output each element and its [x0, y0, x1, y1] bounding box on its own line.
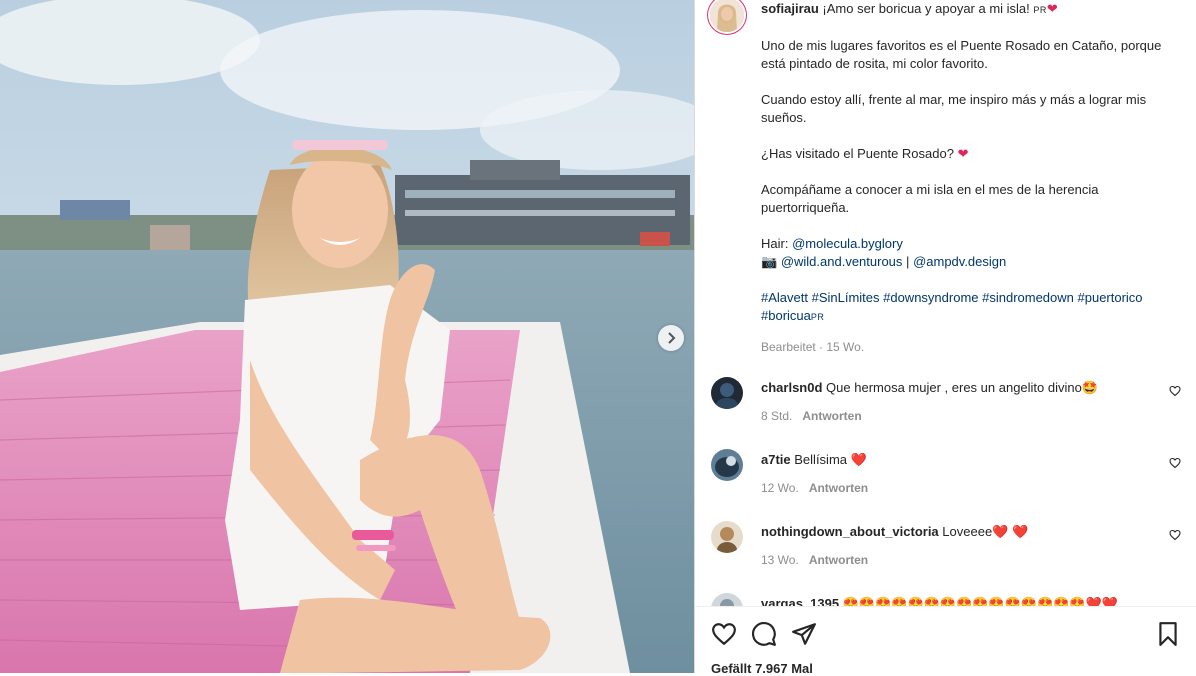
- hair-credit-link[interactable]: @molecula.byglory: [792, 236, 903, 251]
- bookmark-icon[interactable]: [1155, 621, 1181, 647]
- heart-outline-icon[interactable]: [1169, 385, 1181, 397]
- hashtag-boricua[interactable]: #boricua: [761, 308, 811, 323]
- comment-bubble-icon[interactable]: [751, 621, 777, 647]
- commenter-avatar[interactable]: [711, 377, 743, 409]
- comment-text: Loveeee❤️ ❤️: [942, 524, 1029, 539]
- comment-text: Que hermosa mujer , eres un angelito div…: [826, 380, 1099, 395]
- avatar-image: [711, 449, 743, 481]
- commenter-avatar[interactable]: [711, 521, 743, 553]
- comment-username[interactable]: a7tie: [761, 452, 791, 467]
- comments-scroll-area[interactable]: sofiajirau ¡Amo ser boricua y apoyar a m…: [695, 0, 1196, 606]
- caption-paragraph-3: Cuando estoy allí, frente al mar, me ins…: [761, 92, 1150, 125]
- comment-item: a7tie Bellísima ❤️ 12 Wo. Antworten: [695, 449, 1196, 519]
- avatar-image: [711, 593, 743, 606]
- comment-text: 😍😍😍😍😍😍😍😍😍😍😍😍😍😍😍❤️❤️: [842, 596, 1118, 606]
- avatar-image: [711, 377, 743, 409]
- pr-tag: PR: [1033, 5, 1047, 15]
- comment-item: nothingdown_about_victoria Loveeee❤️ ❤️ …: [695, 521, 1196, 591]
- comment-username[interactable]: vargas_1395: [761, 596, 839, 606]
- author-username[interactable]: sofiajirau: [761, 1, 819, 16]
- likes-count[interactable]: Gefällt 7.967 Mal: [711, 661, 813, 676]
- hashtag-pr-tag: PR: [810, 312, 825, 322]
- comment-text-row: a7tie Bellísima ❤️: [761, 451, 867, 469]
- photo-illustration: [0, 0, 694, 673]
- post-details-panel: sofiajirau ¡Amo ser boricua y apoyar a m…: [694, 0, 1196, 676]
- like-heart-icon[interactable]: [711, 621, 737, 647]
- reply-button[interactable]: Antworten: [802, 409, 861, 423]
- hashtags[interactable]: #Alavett #SinLímites #downsyndrome #sind…: [761, 290, 1143, 305]
- hair-label: Hair:: [761, 236, 789, 251]
- comment-time: 12 Wo.: [761, 481, 799, 495]
- comment-meta: 8 Std. Antworten: [761, 409, 862, 423]
- author-avatar-image: [710, 0, 744, 32]
- camera-icon: 📷: [761, 254, 778, 269]
- photo-credit-link-1[interactable]: @wild.and.venturous: [781, 254, 903, 269]
- comment-text-row: nothingdown_about_victoria Loveeee❤️ ❤️: [761, 523, 1028, 541]
- heart-outline-icon[interactable]: [1169, 529, 1181, 541]
- photo-credit-link-2[interactable]: @ampdv.design: [913, 254, 1006, 269]
- credit-separator: |: [906, 254, 910, 269]
- reply-button[interactable]: Antworten: [809, 553, 868, 567]
- avatar-image: [711, 521, 743, 553]
- post-caption: sofiajirau ¡Amo ser boricua y apoyar a m…: [761, 0, 1181, 356]
- comment-meta: 12 Wo. Antworten: [761, 481, 868, 495]
- comment-time: 8 Std.: [761, 409, 793, 423]
- commenter-avatar[interactable]: [711, 449, 743, 481]
- comment-text-row: vargas_1395 😍😍😍😍😍😍😍😍😍😍😍😍😍😍😍❤️❤️: [761, 595, 1118, 606]
- post-photo[interactable]: [0, 0, 694, 673]
- comment-time: 13 Wo.: [761, 553, 799, 567]
- share-send-icon[interactable]: [791, 621, 817, 647]
- reply-button[interactable]: Antworten: [809, 481, 868, 495]
- comment-username[interactable]: nothingdown_about_victoria: [761, 524, 939, 539]
- next-image-button[interactable]: [658, 325, 684, 351]
- chevron-right-icon: [668, 332, 676, 344]
- caption-paragraph-4: ¿Has visitado el Puente Rosado?: [761, 146, 954, 161]
- caption-first-line: ¡Amo ser boricua y apoyar a mi isla!: [822, 1, 1030, 16]
- heart-emoji-icon: ❤: [1046, 1, 1058, 16]
- comment-meta: 13 Wo. Antworten: [761, 553, 868, 567]
- comment-item: charlsn0d Que hermosa mujer , eres un an…: [695, 377, 1196, 447]
- commenter-avatar[interactable]: [711, 593, 743, 606]
- caption-paragraph-5: Acompáñame a conocer a mi isla en el mes…: [761, 182, 1103, 215]
- comment-username[interactable]: charlsn0d: [761, 380, 822, 395]
- comment-text: Bellísima ❤️: [794, 452, 867, 467]
- caption-paragraph-2: Uno de mis lugares favoritos es el Puent…: [761, 38, 1165, 71]
- author-avatar[interactable]: [710, 0, 744, 32]
- post-action-bar: Gefällt 7.967 Mal: [695, 606, 1196, 676]
- comment-item: vargas_1395 😍😍😍😍😍😍😍😍😍😍😍😍😍😍😍❤️❤️: [695, 593, 1196, 606]
- heart-emoji-icon: ❤: [957, 146, 969, 161]
- edited-timestamp: Bearbeitet · 15 Wo.: [761, 340, 865, 354]
- heart-outline-icon[interactable]: [1169, 457, 1181, 469]
- comment-text-row: charlsn0d Que hermosa mujer , eres un an…: [761, 379, 1098, 397]
